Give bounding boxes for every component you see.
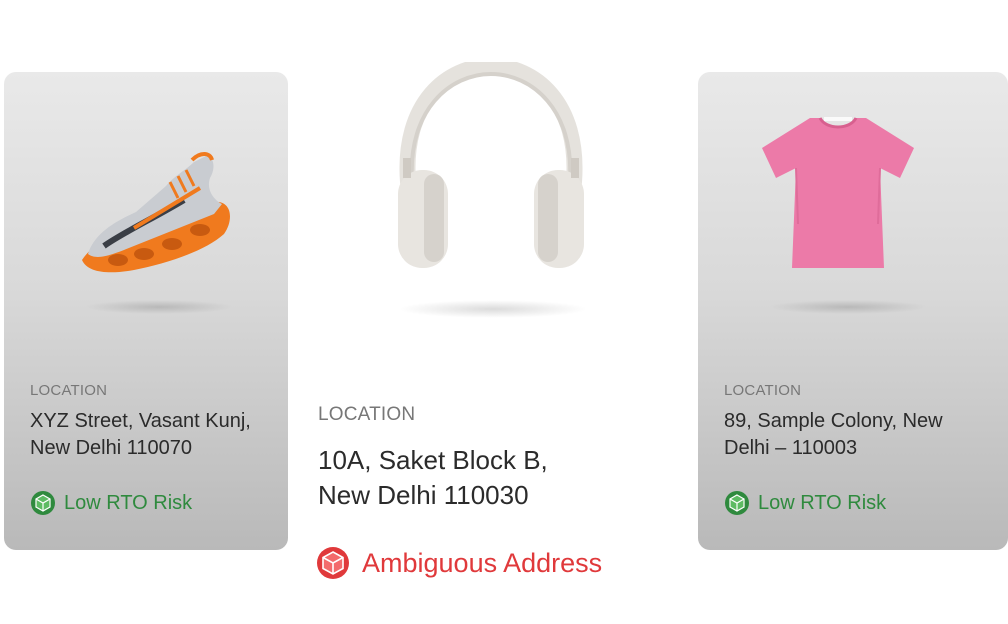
address-line-2: New Delhi 110030 [318, 480, 529, 511]
product-shadow [768, 300, 928, 314]
low-rto-risk-badge: Low RTO Risk [724, 490, 886, 516]
order-card-tshirt: LOCATION 89, Sample Colony, New Delhi – … [698, 72, 1008, 550]
address-line-2: Delhi – 110003 [724, 436, 858, 459]
location-address: 89, Sample Colony, New Delhi – 110003 [724, 408, 984, 462]
green-box-icon [30, 490, 56, 516]
low-rto-risk-badge: Low RTO Risk [30, 490, 192, 516]
risk-label: Ambiguous Address [362, 547, 603, 578]
address-risk-showcase: LOCATION XYZ Street, Vasant Kunj, New De… [0, 0, 1008, 624]
order-card-headphones: LOCATION 10A, Saket Block B, New Delhi 1… [288, 0, 698, 624]
address-line-2: New Delhi 110070 [30, 436, 192, 459]
address-line-1: 10A, Saket Block B, [318, 445, 548, 475]
product-shadow [398, 300, 588, 318]
product-shadow [84, 300, 234, 314]
risk-label: Low RTO Risk [758, 491, 887, 514]
ambiguous-address-badge: Ambiguous Address [316, 546, 602, 580]
red-box-icon [316, 546, 350, 580]
location-label: LOCATION [30, 382, 108, 399]
green-box-icon [724, 490, 750, 516]
address-line-1: XYZ Street, Vasant Kunj, [30, 410, 251, 432]
location-label: LOCATION [318, 404, 416, 425]
location-address: XYZ Street, Vasant Kunj, New Delhi 11007… [30, 408, 288, 462]
headphones-image [388, 57, 594, 274]
tshirt-image [758, 114, 918, 274]
order-card-sneaker: LOCATION XYZ Street, Vasant Kunj, New De… [4, 72, 288, 550]
location-address: 10A, Saket Block B, New Delhi 110030 [318, 443, 678, 513]
location-label: LOCATION [724, 382, 802, 399]
risk-label: Low RTO Risk [64, 491, 193, 514]
sneaker-image [74, 142, 234, 292]
address-line-1: 89, Sample Colony, New [724, 410, 943, 432]
